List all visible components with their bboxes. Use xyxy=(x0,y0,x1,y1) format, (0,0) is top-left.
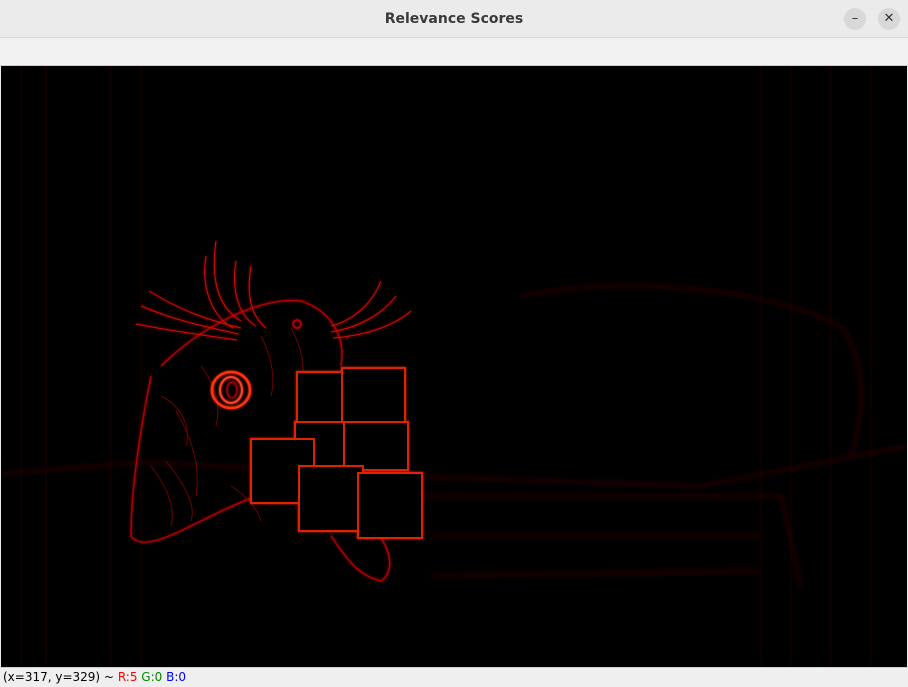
image-canvas[interactable] xyxy=(1,66,907,667)
status-green-value: G:0 xyxy=(141,670,163,684)
close-button[interactable]: ✕ xyxy=(878,8,900,30)
status-coords: (x=317, y=329) ~ xyxy=(3,670,114,684)
app-window: Relevance Scores – ✕ (x=317, y=329) ~ R:… xyxy=(0,0,908,687)
relevance-heatmap-image xyxy=(1,66,907,667)
toolbar xyxy=(0,38,908,66)
minimize-button[interactable]: – xyxy=(844,8,866,30)
window-title: Relevance Scores xyxy=(384,11,524,27)
status-blue-value: B:0 xyxy=(166,670,187,684)
title-bar[interactable]: Relevance Scores – ✕ xyxy=(0,0,908,38)
status-red-value: R:5 xyxy=(117,670,138,684)
status-bar: (x=317, y=329) ~ R:5 G:0 B:0 xyxy=(0,667,908,687)
